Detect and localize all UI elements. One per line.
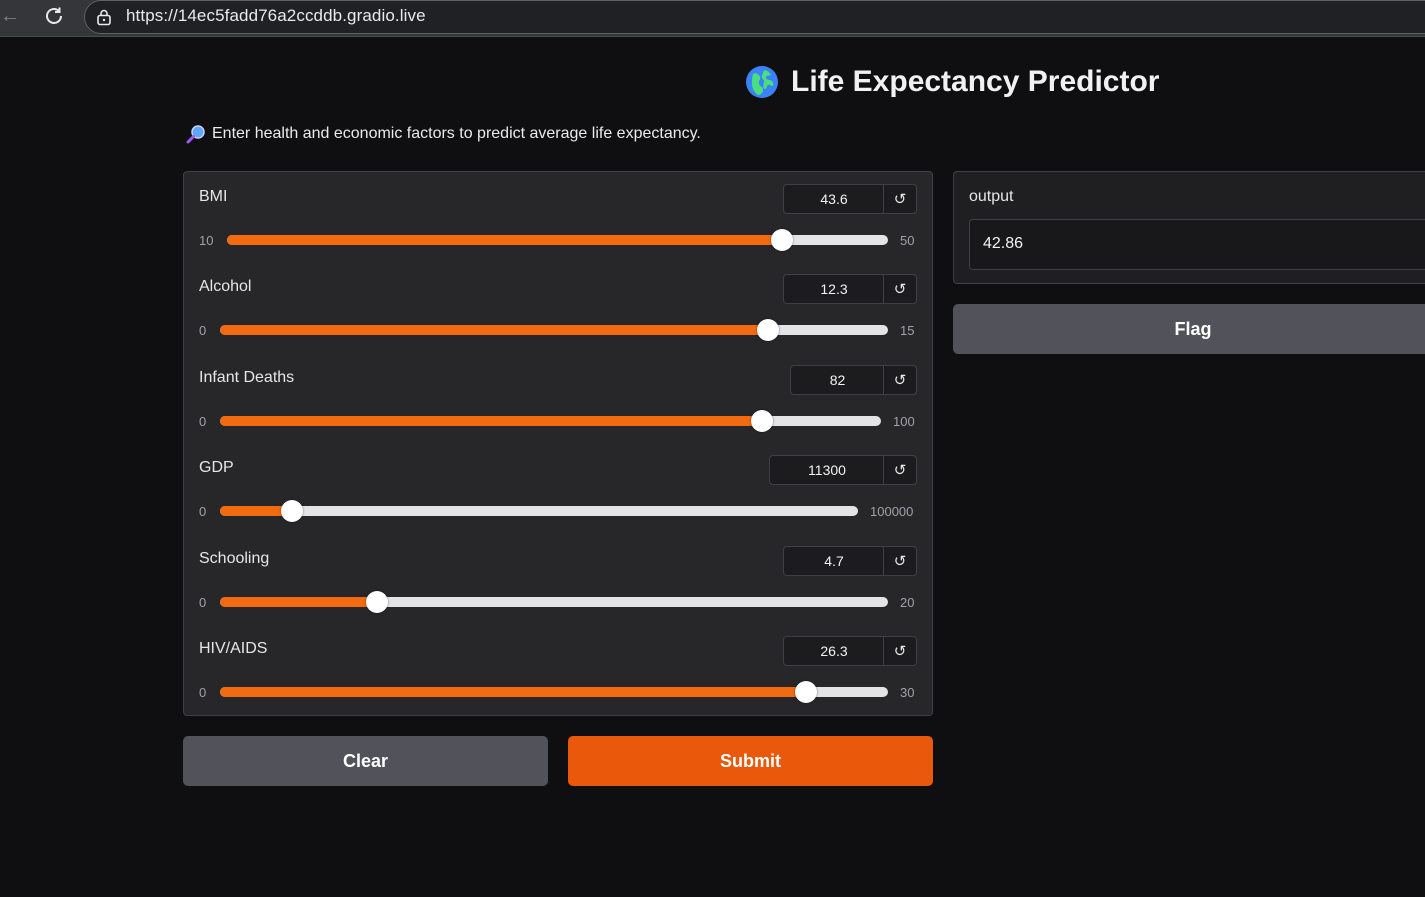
slider-bmi: BMI 43.6 ↺ 10 50 [184, 172, 932, 262]
page-title: Life Expectancy Predictor [791, 65, 1160, 98]
app-description: Enter health and economic factors to pre… [186, 124, 701, 144]
output-label: output [969, 188, 1014, 205]
flag-button[interactable]: Flag [953, 304, 1425, 354]
slider-track[interactable] [220, 500, 858, 522]
slider-max: 100 [893, 414, 915, 429]
reset-icon[interactable]: ↺ [883, 185, 916, 213]
slider-label: HIV/AIDS [199, 640, 268, 657]
number-value[interactable]: 43.6 [784, 185, 884, 213]
reset-icon[interactable]: ↺ [883, 456, 916, 484]
globe-icon [746, 66, 778, 98]
reset-icon[interactable]: ↺ [883, 366, 916, 394]
slider-max: 20 [900, 595, 915, 610]
slider-label: Alcohol [199, 278, 252, 295]
slider-infant-deaths: Infant Deaths 82 ↺ 0 100 [184, 353, 932, 443]
number-value[interactable]: 82 [791, 366, 884, 394]
slider-fill [220, 325, 768, 335]
slider-track[interactable] [220, 591, 888, 613]
browser-toolbar: ← https://14ec5fadd76a2ccddb.gradio.live [0, 0, 1425, 37]
slider-min: 0 [199, 414, 207, 429]
slider-thumb[interactable] [751, 410, 774, 432]
slider-min: 0 [199, 685, 207, 700]
number-input[interactable]: 4.7 ↺ [783, 546, 917, 576]
number-input[interactable]: 11300 ↺ [769, 455, 917, 485]
slider-thumb[interactable] [794, 681, 817, 703]
magnifier-icon [186, 125, 205, 144]
slider-track[interactable] [227, 229, 888, 251]
slider-min: 0 [199, 595, 207, 610]
output-panel: output 42.86 [953, 171, 1425, 284]
number-input[interactable]: 26.3 ↺ [783, 636, 917, 666]
slider-max: 30 [900, 685, 915, 700]
site-info-icon[interactable] [95, 8, 113, 26]
slider-fill [220, 687, 806, 697]
slider-max: 15 [900, 323, 915, 338]
slider-label: Infant Deaths [199, 369, 295, 386]
slider-track[interactable] [220, 319, 888, 341]
number-value[interactable]: 12.3 [784, 275, 884, 303]
slider-thumb[interactable] [756, 319, 779, 341]
slider-min: 0 [199, 504, 207, 519]
reload-icon[interactable] [42, 4, 66, 28]
slider-fill [220, 416, 763, 426]
inputs-panel: BMI 43.6 ↺ 10 50 Alcohol 12.3 ↺ 0 15 Inf… [183, 171, 933, 716]
number-value[interactable]: 26.3 [784, 637, 884, 665]
slider-track[interactable] [220, 410, 881, 432]
output-textbox[interactable]: 42.86 [969, 219, 1425, 270]
back-arrow-icon[interactable]: ← [0, 6, 22, 26]
slider-fill [220, 597, 377, 607]
slider-track[interactable] [220, 681, 888, 703]
slider-min: 0 [199, 323, 207, 338]
number-input[interactable]: 43.6 ↺ [783, 184, 917, 214]
reset-icon[interactable]: ↺ [883, 637, 916, 665]
slider-label: GDP [199, 459, 234, 476]
number-value[interactable]: 11300 [770, 456, 884, 484]
slider-thumb[interactable] [365, 591, 388, 613]
slider-label: Schooling [199, 550, 270, 567]
slider-min: 10 [199, 233, 214, 248]
slider-hiv-aids: HIV/AIDS 26.3 ↺ 0 30 [184, 624, 932, 714]
slider-gdp: GDP 11300 ↺ 0 100000 [184, 443, 932, 533]
slider-thumb[interactable] [771, 229, 794, 251]
reset-icon[interactable]: ↺ [883, 275, 916, 303]
slider-fill [227, 235, 783, 245]
reset-icon[interactable]: ↺ [883, 547, 916, 575]
slider-max: 50 [900, 233, 915, 248]
number-input[interactable]: 12.3 ↺ [783, 274, 917, 304]
output-value[interactable]: 42.86 [983, 235, 1023, 253]
slider-schooling: Schooling 4.7 ↺ 0 20 [184, 534, 932, 624]
description-text: Enter health and economic factors to pre… [212, 125, 701, 142]
submit-button[interactable]: Submit [568, 736, 933, 786]
app-header: Life Expectancy Predictor [745, 62, 1159, 102]
clear-button[interactable]: Clear [183, 736, 548, 786]
number-input[interactable]: 82 ↺ [790, 365, 917, 395]
slider-thumb[interactable] [281, 500, 304, 522]
slider-label: BMI [199, 188, 228, 205]
slider-max: 100000 [870, 504, 914, 519]
slider-alcohol: Alcohol 12.3 ↺ 0 15 [184, 262, 932, 352]
address-bar[interactable]: https://14ec5fadd76a2ccddb.gradio.live [84, 0, 1425, 34]
url-text[interactable]: https://14ec5fadd76a2ccddb.gradio.live [126, 6, 426, 26]
number-value[interactable]: 4.7 [784, 547, 884, 575]
